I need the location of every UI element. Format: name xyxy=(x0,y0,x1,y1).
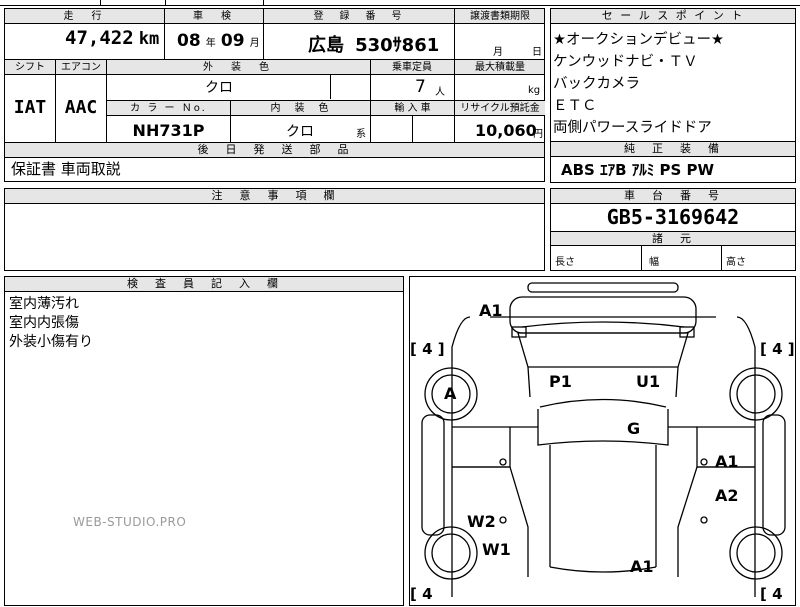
damage-mark: A1 xyxy=(479,301,503,320)
sales-point-item: ケンウッドナビ・ＴＶ xyxy=(553,54,698,70)
color-no-header: カ ラ ー Ｎo. xyxy=(107,101,230,116)
inspector-note: 室内内張傷 xyxy=(9,315,79,331)
interior-suffix: 系 xyxy=(356,129,366,140)
inspector-header: 検 査 員 記 入 欄 xyxy=(5,277,403,292)
plate-region: 広島 xyxy=(308,35,344,56)
equipment-header: 純 正 装 備 xyxy=(551,142,795,157)
shift-value: IAT xyxy=(13,97,47,118)
dimensions-header: 諸 元 xyxy=(551,231,795,246)
vehicle-info-table: 走 行 車 検 登 録 番 号 譲渡書類期限 47,422 km 08 年 09… xyxy=(4,8,545,144)
tire-tread-rear-left: [ 4 xyxy=(410,585,433,603)
exterior-color-header: 外 装 色 xyxy=(203,62,273,73)
damage-mark: W1 xyxy=(482,540,511,559)
damage-mark: U1 xyxy=(636,372,661,391)
max-load-header: 最大積載量 xyxy=(475,62,525,73)
transfer-deadline-header: 譲渡書類期限 xyxy=(470,11,530,22)
car-outline-diagram xyxy=(421,282,786,597)
load-unit: kg xyxy=(528,85,541,96)
inspector-section: 検 査 員 記 入 欄 室内薄汚れ 室内内張傷 外装小傷有り WEB-STUDI… xyxy=(4,276,404,606)
tire-tread-front-right: [ 4 ] xyxy=(760,340,795,358)
damage-mark: G xyxy=(627,419,641,438)
tire-tread-front-left: [ 4 ] xyxy=(410,340,445,358)
exterior-color-value: クロ xyxy=(205,80,233,96)
recycle-header: リサイクル預託金 xyxy=(455,101,545,116)
capacity-value: 7 xyxy=(415,77,426,97)
inspection-month: 09 xyxy=(220,31,245,51)
month-unit: 月 xyxy=(249,38,260,49)
height-label: 高さ xyxy=(726,257,746,268)
plate-number: 530ｻ861 xyxy=(355,35,440,56)
damage-mark: P1 xyxy=(549,372,572,391)
sales-points-header: セ ー ル ス ポ イ ン ト xyxy=(551,9,795,24)
equipment-value: ABS ｴｱB ｱﾙﾐ PS PW xyxy=(561,161,715,179)
watermark-text: WEB-STUDIO.PRO xyxy=(73,515,187,529)
interior-color-value: クロ xyxy=(286,124,314,140)
sales-point-item: バックカメラ xyxy=(553,76,640,92)
equipment-section: 純 正 装 備 ABS ｴｱB ｱﾙﾐ PS PW xyxy=(550,141,796,183)
sales-point-item: 両側パワースライドドア xyxy=(553,120,712,136)
transfer-month-unit: 月 xyxy=(493,47,503,58)
top-strip xyxy=(0,0,800,6)
car-damage-diagram: [ 4 ] [ 4 ] [ 4 [ 4 A1 A P1 U1 G A1 A2 W… xyxy=(409,276,796,606)
chassis-section: 車 台 番 号 GB5-3169642 諸 元 長さ 幅 高さ xyxy=(550,188,796,271)
parts-section: 後 日 発 送 部 品 保証書 車両取説 xyxy=(4,143,545,182)
inspector-note: 室内薄汚れ xyxy=(9,296,79,312)
registration-header: 登 録 番 号 xyxy=(313,11,405,22)
inspection-year: 08 xyxy=(177,31,201,51)
chassis-header: 車 台 番 号 xyxy=(551,189,795,204)
damage-mark: A1 xyxy=(715,452,739,471)
capacity-header: 乗車定員 xyxy=(392,62,432,73)
damage-mark: A2 xyxy=(715,486,739,505)
import-header: 輸 入 車 xyxy=(371,101,454,116)
inspector-note: 外装小傷有り xyxy=(9,334,93,350)
shift-header: シフト xyxy=(15,62,45,73)
ac-value: AAC xyxy=(64,97,98,118)
damage-mark: A1 xyxy=(630,557,654,576)
capacity-unit: 人 xyxy=(435,87,445,98)
width-label: 幅 xyxy=(649,257,659,268)
tire-tread-rear-right: [ 4 xyxy=(760,585,783,603)
sales-points-section: セ ー ル ス ポ イ ン ト ★オークションデビュー★ ケンウッドナビ・ＴＶ … xyxy=(550,8,796,142)
transfer-day-unit: 日 xyxy=(532,47,542,58)
sales-point-item: ＥＴＣ xyxy=(553,98,597,114)
recycle-unit: 円 xyxy=(533,129,543,140)
mileage-header: 走 行 xyxy=(63,11,106,22)
recycle-value: 10,060 xyxy=(475,121,537,140)
interior-color-header: 内 装 色 xyxy=(231,101,370,116)
length-label: 長さ xyxy=(555,257,575,268)
mileage-unit: km xyxy=(138,29,160,49)
parts-value: 保証書 車両取説 xyxy=(11,160,121,178)
notes-section: 注 意 事 項 欄 xyxy=(4,188,545,271)
notes-header: 注 意 事 項 欄 xyxy=(5,189,544,204)
year-unit: 年 xyxy=(205,38,216,49)
sales-point-item: ★オークションデビュー★ xyxy=(553,32,724,48)
mileage-value: 47,422 xyxy=(65,27,134,49)
parts-header: 後 日 発 送 部 品 xyxy=(5,143,544,158)
inspection-header: 車 検 xyxy=(193,11,235,22)
damage-mark: W2 xyxy=(467,512,496,531)
color-no-value: NH731P xyxy=(132,121,205,140)
chassis-value: GB5-3169642 xyxy=(606,205,740,229)
damage-mark: A xyxy=(444,384,457,403)
ac-header: エアコン xyxy=(61,62,101,73)
